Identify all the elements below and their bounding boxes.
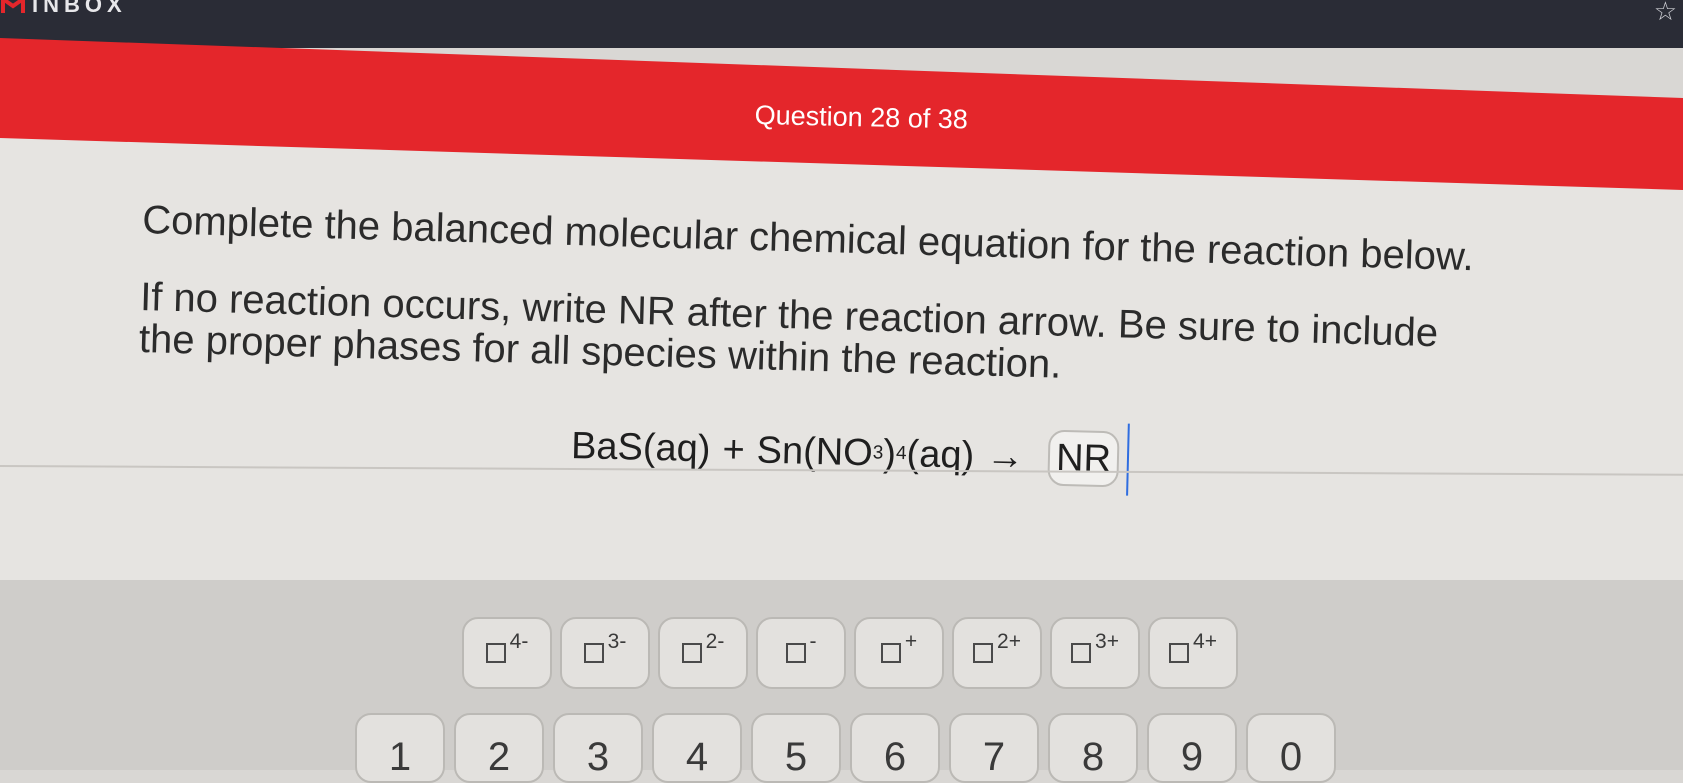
charge-key-2-plus[interactable]: 2+ xyxy=(952,617,1042,689)
number-key-4[interactable]: 4 xyxy=(652,713,742,783)
answer-value: NR xyxy=(1055,436,1112,481)
subscript-3: 3 xyxy=(872,442,884,464)
question-counter: Question 28 of 38 xyxy=(754,100,969,135)
box-icon xyxy=(485,643,506,663)
top-bar: INBOX ☆ xyxy=(0,0,1683,48)
charge-label: + xyxy=(904,630,918,653)
box-icon xyxy=(583,643,604,663)
box-icon xyxy=(785,643,806,663)
brand-text: INBOX xyxy=(32,0,127,17)
box-icon xyxy=(681,643,702,663)
reactant-1: BaS(aq) xyxy=(570,424,712,470)
brand[interactable]: INBOX xyxy=(0,0,127,20)
keypad: 4- 3- 2- - + 2+ 3+ 4+ 1 2 3 4 5 6 7 8 9 … xyxy=(0,580,1683,783)
charge-key-plus[interactable]: + xyxy=(854,617,944,689)
box-icon xyxy=(1071,643,1092,663)
charge-key-2-minus[interactable]: 2- xyxy=(658,617,748,689)
charge-key-3-minus[interactable]: 3- xyxy=(560,617,650,689)
answer-input[interactable]: NR xyxy=(1047,429,1120,488)
charge-label: 4- xyxy=(509,630,529,653)
number-key-row: 1 2 3 4 5 6 7 8 9 0 xyxy=(355,713,1345,783)
number-key-0[interactable]: 0 xyxy=(1246,713,1336,783)
reactant-2-formula: Sn(NO xyxy=(756,429,874,474)
number-key-6[interactable]: 6 xyxy=(850,713,940,783)
charge-key-3-plus[interactable]: 3+ xyxy=(1050,617,1140,689)
plus-sign: + xyxy=(721,428,746,471)
charge-key-4-plus[interactable]: 4+ xyxy=(1148,617,1238,689)
charge-label: 4+ xyxy=(1193,630,1217,653)
number-key-3[interactable]: 3 xyxy=(553,713,643,783)
box-icon xyxy=(1169,643,1190,663)
charge-label: 3+ xyxy=(1095,630,1119,653)
star-icon[interactable]: ☆ xyxy=(1654,0,1677,24)
charge-label: - xyxy=(809,630,817,653)
charge-label: 2+ xyxy=(997,630,1021,653)
charge-key-row: 4- 3- 2- - + 2+ 3+ 4+ xyxy=(462,617,1246,689)
charge-key-minus[interactable]: - xyxy=(756,617,846,689)
subscript-4: 4 xyxy=(895,442,907,465)
number-key-9[interactable]: 9 xyxy=(1147,713,1237,783)
number-key-5[interactable]: 5 xyxy=(751,713,841,783)
chemical-equation: BaS(aq) + Sn(NO 3) 4 (aq) → NR xyxy=(570,410,1130,496)
box-icon xyxy=(880,643,901,663)
number-key-2[interactable]: 2 xyxy=(454,713,544,783)
number-key-1[interactable]: 1 xyxy=(355,713,445,783)
number-key-7[interactable]: 7 xyxy=(949,713,1039,783)
number-key-8[interactable]: 8 xyxy=(1048,713,1138,783)
charge-label: 2- xyxy=(705,630,725,653)
charge-key-4-minus[interactable]: 4- xyxy=(462,617,552,689)
charge-label: 3- xyxy=(607,630,627,653)
box-icon xyxy=(973,643,994,663)
mail-logo-icon xyxy=(0,0,26,16)
